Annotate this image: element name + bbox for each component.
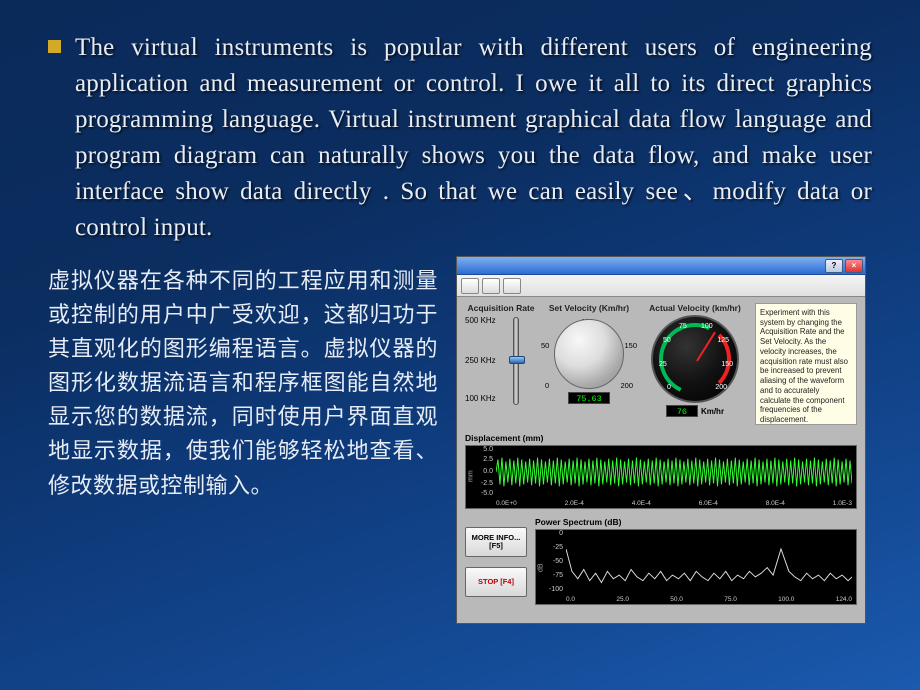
set-velocity-block: Set Velocity (Km/hr) 0 50 100 150 200 75… (543, 303, 635, 425)
velocity-unit: Km/hr (701, 407, 724, 416)
spec-yticks: 0 -25 -50 -75 -100 (539, 530, 565, 592)
velocity-gauge: 0 25 50 75 100 125 150 200 (651, 315, 739, 403)
displacement-title: Displacement (mm) (465, 433, 857, 443)
displacement-chart: mm 5.0 2.5 0.0 -2.5 -5.0 (465, 445, 857, 509)
bullet-block: The virtual instruments is popular with … (48, 30, 872, 246)
info-text-box: Experiment with this system by changing … (755, 303, 857, 425)
disp-xticks: 0.0E+0 2.0E-4 4.0E-4 6.0E-4 8.0E-4 1.0E-… (496, 500, 852, 507)
help-icon[interactable]: ? (825, 259, 843, 273)
spectrum-chart: dB 0 -25 -50 -75 -100 (535, 529, 857, 605)
controls-row: Acquisition Rate 500 KHz 250 KHz 100 KHz (465, 303, 857, 425)
acq-rate-label: Acquisition Rate (465, 303, 537, 313)
slider-bar (513, 317, 519, 405)
actual-velocity-block: Actual Velocity (km/hr) 0 25 50 75 100 1… (641, 303, 749, 425)
acq-rate-slider[interactable]: 500 KHz 250 KHz 100 KHz (465, 317, 537, 409)
labview-toolbar (457, 275, 865, 297)
slide: The virtual instruments is popular with … (0, 0, 920, 624)
spectrum-waveform (566, 534, 852, 590)
vi-screenshot-panel: ? × Acquisition Rate 500 KHz 250 KHz (456, 256, 866, 624)
english-paragraph: The virtual instruments is popular with … (75, 30, 872, 246)
window-titlebar: ? × (457, 257, 865, 275)
actual-velocity-label: Actual Velocity (km/hr) (641, 303, 749, 313)
run-continuous-icon[interactable] (482, 278, 500, 294)
displacement-chart-block: Displacement (mm) mm 5.0 2.5 0.0 -2.5 -5… (465, 433, 857, 509)
spectrum-title: Power Spectrum (dB) (535, 517, 857, 527)
bottom-row: MORE INFO... [F5] STOP [F4] Power Spectr… (465, 517, 857, 607)
set-velocity-readout: 75.63 (568, 392, 610, 404)
set-velocity-knob[interactable] (554, 319, 624, 389)
spectrum-chart-block: Power Spectrum (dB) dB 0 -25 -50 -75 -10… (535, 517, 857, 607)
set-velocity-label: Set Velocity (Km/hr) (543, 303, 635, 313)
chinese-paragraph: 虚拟仪器在各种不同的工程应用和测量或控制的用户中广受欢迎，这都归功于其直观化的图… (48, 256, 438, 624)
button-column: MORE INFO... [F5] STOP [F4] (465, 517, 527, 607)
stop-button[interactable]: STOP [F4] (465, 567, 527, 597)
abort-icon[interactable] (503, 278, 521, 294)
displacement-waveform (496, 450, 852, 494)
slider-thumb[interactable] (509, 356, 525, 364)
panel-content: Acquisition Rate 500 KHz 250 KHz 100 KHz (457, 297, 865, 623)
bullet-icon (48, 40, 61, 53)
lower-row: 虚拟仪器在各种不同的工程应用和测量或控制的用户中广受欢迎，这都归功于其直观化的图… (48, 256, 872, 624)
spec-xticks: 0.0 25.0 50.0 75.0 100.0 124.0 (566, 596, 852, 603)
close-icon[interactable]: × (845, 259, 863, 273)
actual-velocity-readout: 76 (666, 405, 698, 417)
more-info-button[interactable]: MORE INFO... [F5] (465, 527, 527, 557)
disp-yticks: 5.0 2.5 0.0 -2.5 -5.0 (469, 446, 495, 496)
acquisition-rate-block: Acquisition Rate 500 KHz 250 KHz 100 KHz (465, 303, 537, 425)
run-icon[interactable] (461, 278, 479, 294)
